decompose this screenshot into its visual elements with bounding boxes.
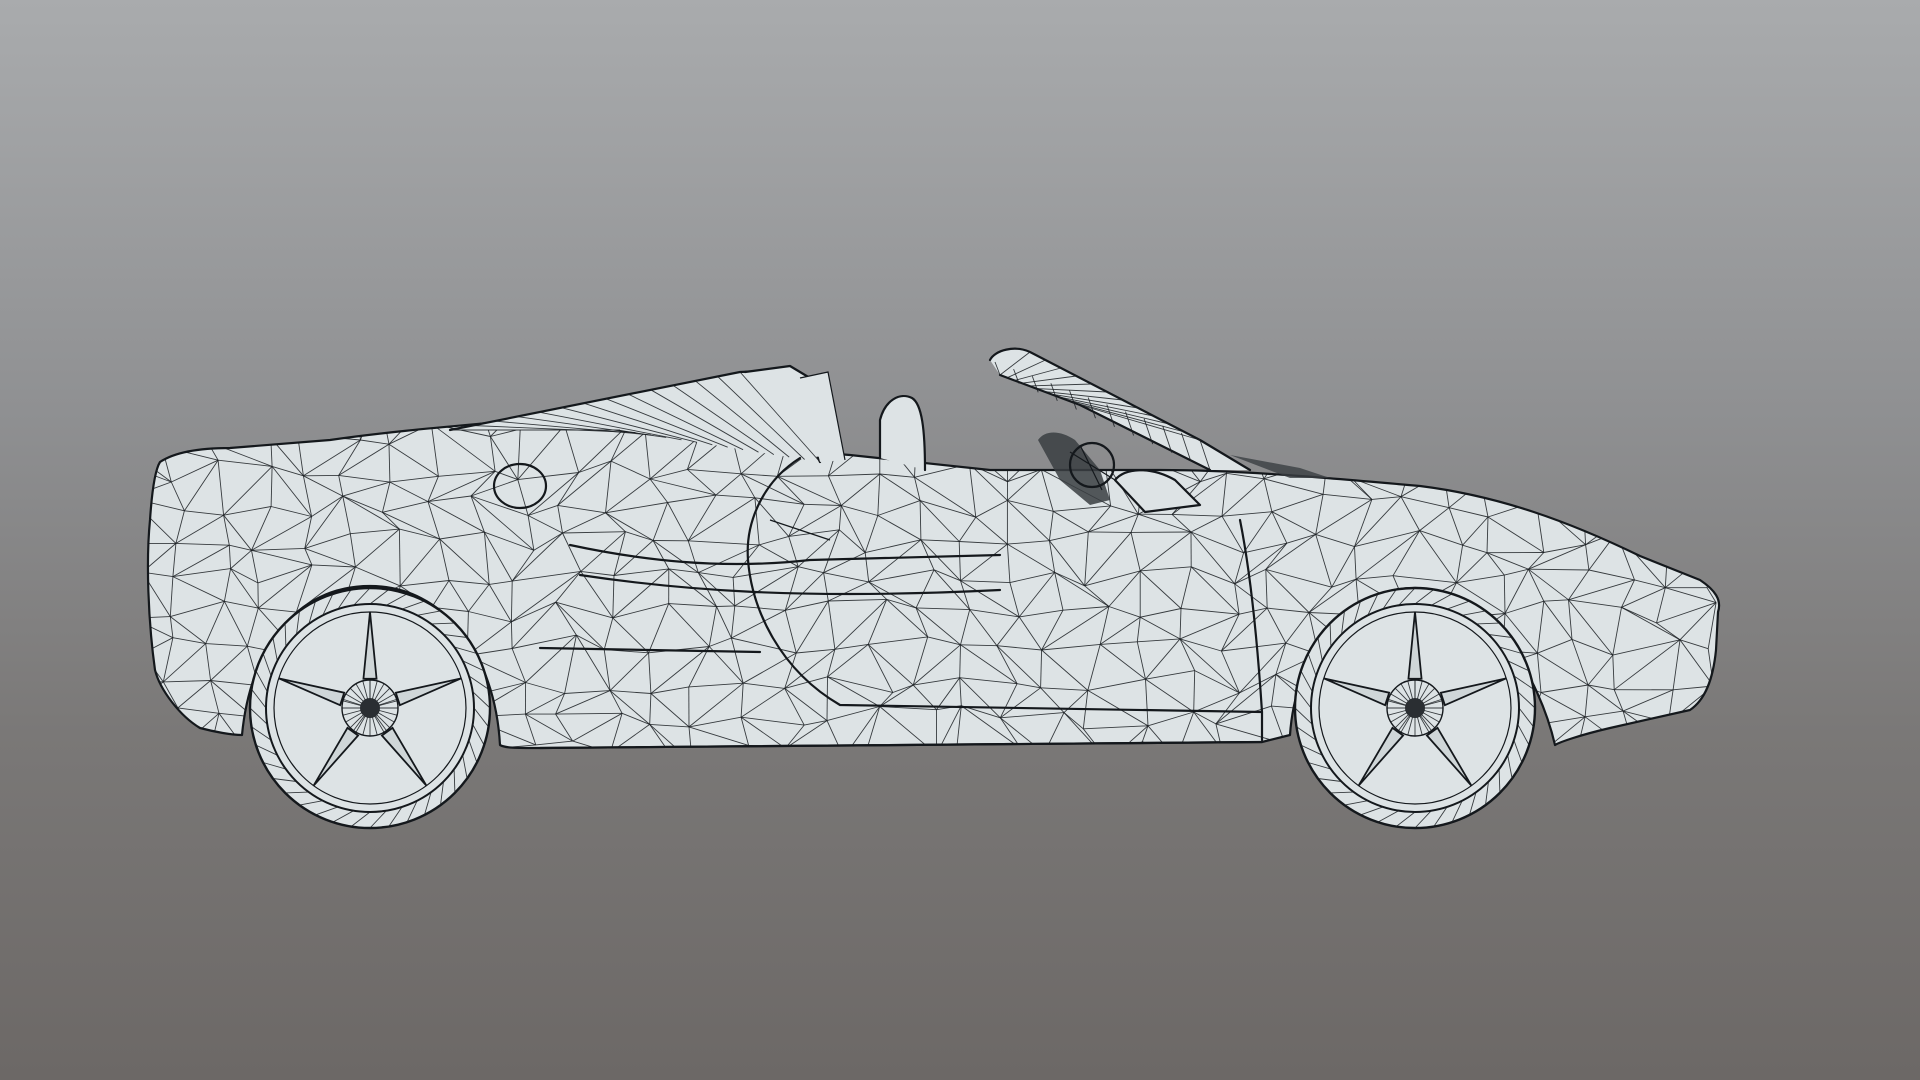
seat — [878, 394, 927, 472]
windshield-frame — [988, 347, 1330, 478]
car-wireframe-model[interactable] — [0, 0, 1920, 1080]
3d-viewport[interactable] — [0, 0, 1920, 1080]
rear-wheel — [248, 586, 492, 830]
front-wheel — [1293, 586, 1537, 830]
